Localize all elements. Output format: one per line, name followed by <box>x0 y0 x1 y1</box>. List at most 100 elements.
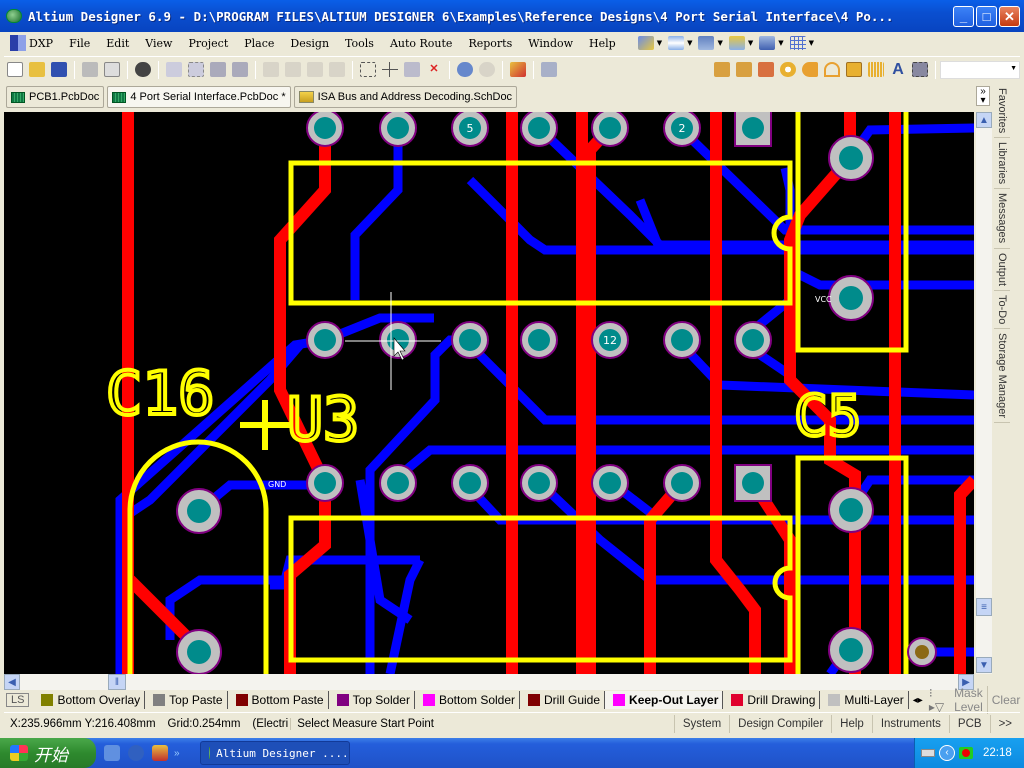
pad[interactable] <box>663 464 701 502</box>
panel-tab-storage-manager[interactable]: Storage Manager <box>994 329 1010 423</box>
panel-tab-libraries[interactable]: Libraries <box>994 138 1010 190</box>
menu-tools[interactable]: Tools <box>337 37 382 50</box>
zoom-fit-icon[interactable] <box>166 62 182 77</box>
tab-pcb1[interactable]: PCB1.PcbDoc <box>6 86 105 108</box>
place-arc-icon[interactable] <box>824 62 840 77</box>
redo-icon[interactable] <box>479 62 495 77</box>
panel-tab-output[interactable]: Output <box>994 249 1010 291</box>
zoom-filtered-icon[interactable] <box>232 62 248 77</box>
panel-tab-favorites[interactable]: Favorites <box>994 84 1010 139</box>
scroll-left-button[interactable]: ◀ <box>4 674 20 690</box>
select-area-icon[interactable] <box>360 62 376 77</box>
panel-button-instruments[interactable]: Instruments <box>871 714 949 733</box>
pad[interactable] <box>828 275 874 321</box>
horizontal-scrollbar[interactable]: ◀ ‖ ▶ <box>4 674 974 690</box>
grid-icon[interactable] <box>789 36 806 50</box>
place-pad-icon[interactable] <box>780 62 796 77</box>
zoom-area-icon[interactable] <box>188 62 204 77</box>
pad[interactable] <box>734 112 772 147</box>
quicklaunch-overflow-icon[interactable]: » <box>174 748 180 759</box>
tray-expand-icon[interactable]: ‹ <box>939 745 955 761</box>
pad[interactable] <box>663 321 701 359</box>
layer-tab-bottom-paste[interactable]: Bottom Paste <box>228 691 329 709</box>
layer-tab-bottom-overlay[interactable]: Bottom Overlay <box>33 691 146 709</box>
clear-filter-icon[interactable]: ✕ <box>426 62 442 77</box>
pad[interactable] <box>520 321 558 359</box>
tab-4-port-serial-interface[interactable]: 4 Port Serial Interface.PcbDoc * <box>107 86 291 108</box>
multi-route-icon[interactable] <box>758 62 774 77</box>
pcb-canvas[interactable]: 5 2 12 C16 U3 C5 GND VCC <box>4 112 974 674</box>
browse-component-icon[interactable] <box>541 62 557 77</box>
pad[interactable] <box>828 487 874 533</box>
pad[interactable] <box>591 112 629 147</box>
layer-scroll-arrows[interactable]: ◂▸ <box>913 695 923 706</box>
chevron-down-icon[interactable]: ▼ <box>778 39 783 47</box>
tab-isa-bus-schematic[interactable]: ISA Bus and Address Decoding.SchDoc <box>293 86 518 108</box>
move-icon[interactable] <box>382 62 398 77</box>
pad[interactable] <box>379 112 417 147</box>
new-file-icon[interactable] <box>7 62 23 77</box>
print-preview-icon[interactable] <box>104 62 120 77</box>
layer-tab-bottom-solder[interactable]: Bottom Solder <box>415 691 521 709</box>
pad[interactable] <box>828 627 874 673</box>
panel-tab-messages[interactable]: Messages <box>994 189 1010 249</box>
undo-icon[interactable] <box>457 62 473 77</box>
keyboard-icon[interactable] <box>921 749 935 757</box>
scroll-up-button[interactable]: ▲ <box>976 112 992 128</box>
layer-tab-top-paste[interactable]: Top Paste <box>145 691 228 709</box>
pad[interactable] <box>828 135 874 181</box>
ie-icon[interactable] <box>128 745 144 761</box>
close-button[interactable]: ✕ <box>999 6 1020 27</box>
diff-pair-route-icon[interactable] <box>736 62 752 77</box>
chevron-down-icon[interactable]: ▼ <box>809 39 814 47</box>
start-button[interactable]: 开始 <box>0 738 96 768</box>
pad[interactable] <box>176 629 222 674</box>
menu-place[interactable]: Place <box>236 37 282 50</box>
zoom-selected-icon[interactable] <box>210 62 226 77</box>
chevron-down-icon[interactable]: ▼ <box>1010 65 1017 72</box>
pad[interactable] <box>907 637 937 667</box>
pad[interactable] <box>451 321 489 359</box>
maximize-button[interactable]: □ <box>976 6 997 27</box>
room-icon[interactable] <box>759 36 776 50</box>
pad[interactable] <box>520 112 558 147</box>
chevron-down-icon[interactable]: ▼ <box>717 39 722 47</box>
menu-design[interactable]: Design <box>282 37 337 50</box>
panel-button-design-compiler[interactable]: Design Compiler <box>729 714 831 733</box>
menu-view[interactable]: View <box>137 37 180 50</box>
layer-set-button[interactable]: LS <box>6 693 30 707</box>
pad[interactable] <box>176 488 222 534</box>
tab-overflow-button[interactable]: » ▾ <box>976 86 990 106</box>
menu-file[interactable]: File <box>61 37 98 50</box>
layer-tab-multi-layer[interactable]: Multi-Layer <box>820 691 909 709</box>
panel-button-more[interactable]: >> <box>989 714 1020 733</box>
pad[interactable] <box>451 464 489 502</box>
menu-dxp[interactable]: DXP <box>4 35 61 51</box>
scroll-thumb[interactable]: ≡ <box>976 598 992 616</box>
paste-icon[interactable] <box>307 62 323 77</box>
layer-tab-drill-drawing[interactable]: Drill Drawing <box>723 691 821 709</box>
place-fill-icon[interactable] <box>846 62 862 77</box>
pad[interactable]: 2 <box>663 112 701 147</box>
chevron-down-icon[interactable]: ▼ <box>657 39 662 47</box>
pad[interactable] <box>379 464 417 502</box>
save-icon[interactable] <box>51 62 67 77</box>
layer-tab-top-solder[interactable]: Top Solder <box>329 691 415 709</box>
pad[interactable] <box>591 464 629 502</box>
crosshair-icon[interactable] <box>510 62 526 77</box>
align-icon[interactable] <box>668 36 685 50</box>
menu-window[interactable]: Window <box>520 37 581 50</box>
quicklaunch-app-icon[interactable] <box>152 745 168 761</box>
pad[interactable]: 5 <box>451 112 489 147</box>
place-string-icon[interactable]: A <box>890 62 906 78</box>
menu-reports[interactable]: Reports <box>460 37 520 50</box>
taskbar-altium-designer[interactable]: Altium Designer .... <box>199 741 350 765</box>
place-polygon-icon[interactable] <box>868 62 884 77</box>
rubber-stamp-icon[interactable] <box>329 62 345 77</box>
place-component-icon[interactable] <box>728 36 745 50</box>
filter-combo[interactable]: ▼ <box>940 60 1020 79</box>
record-icon[interactable] <box>959 747 973 759</box>
panel-tab-to-do[interactable]: To-Do <box>994 291 1010 329</box>
filter-icon[interactable]: ⁝▸▽ <box>929 686 944 714</box>
pad[interactable] <box>306 321 344 359</box>
